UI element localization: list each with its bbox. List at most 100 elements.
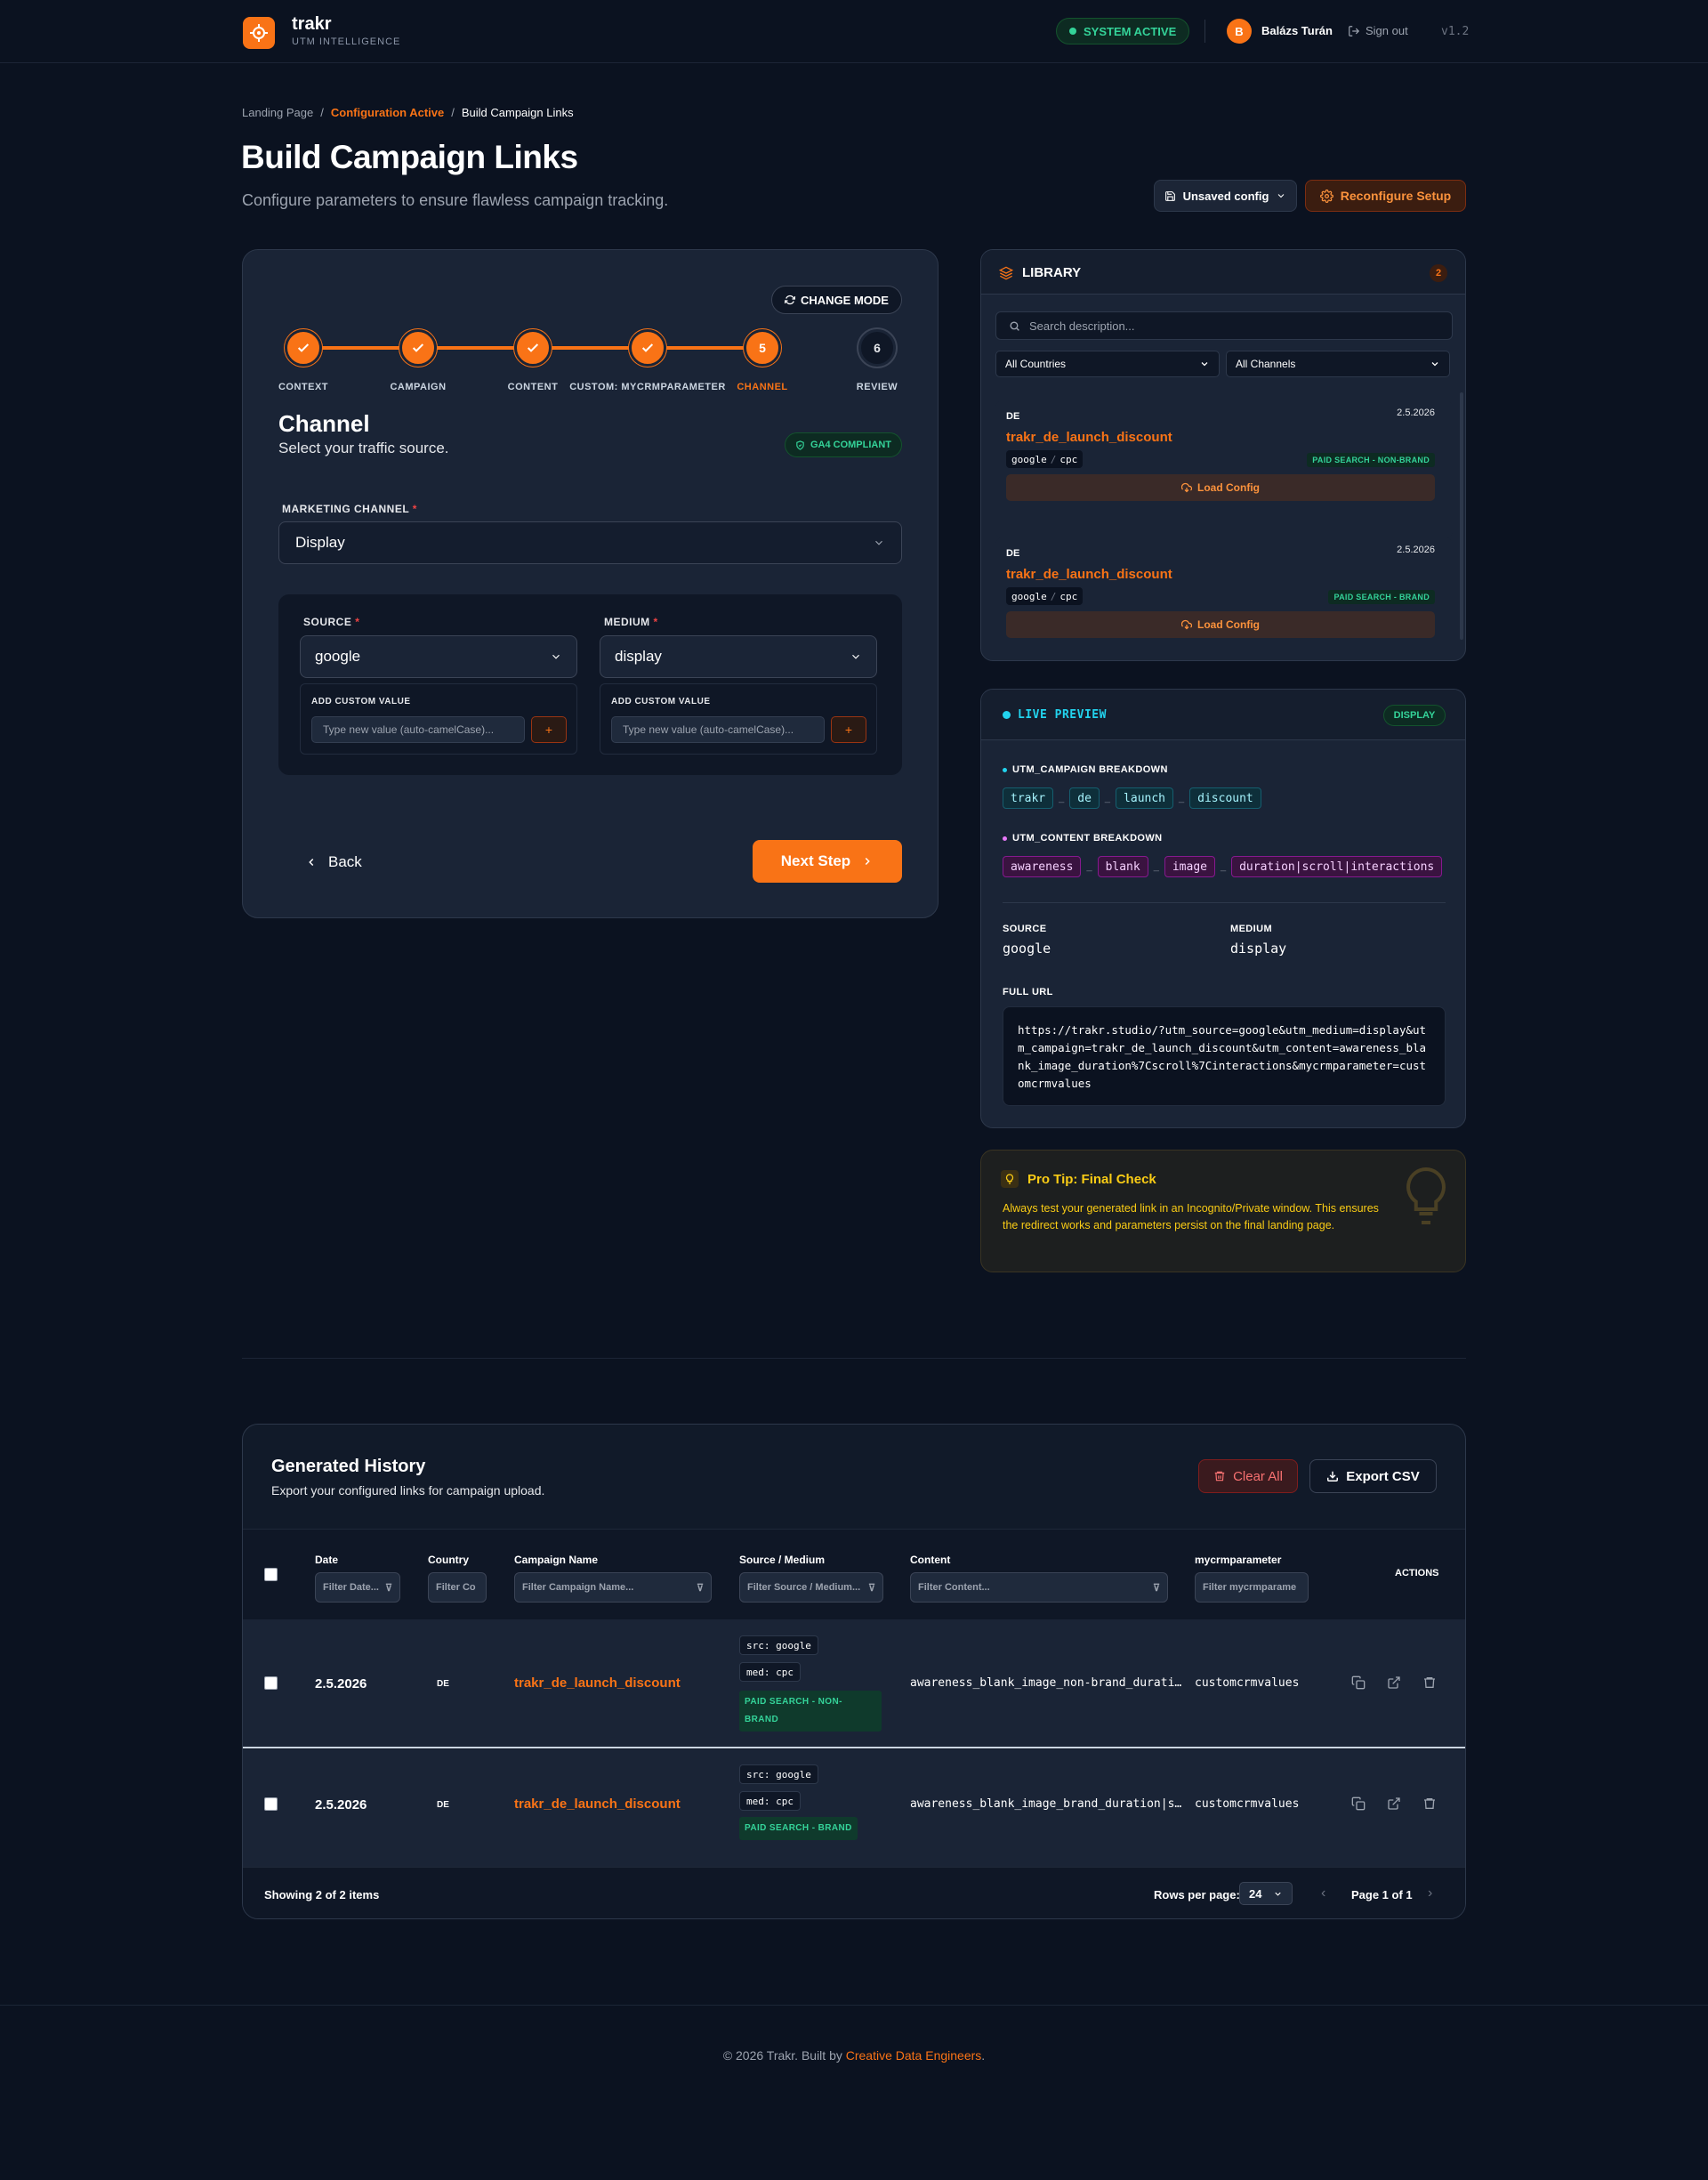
channel-filter-select[interactable]: All Channels <box>1226 351 1450 377</box>
top-bar: trakr UTM INTELLIGENCE SYSTEM ACTIVE B B… <box>0 0 1708 63</box>
breadcrumb: Landing Page / Configuration Active / Bu… <box>242 106 574 119</box>
medium-custom-input[interactable]: Type new value (auto-camelCase)... <box>611 716 825 743</box>
row-source-tag: src: google <box>739 1764 818 1784</box>
step-2-circle[interactable] <box>399 329 437 367</box>
library-item-source-medium: google / cpc <box>1006 450 1084 468</box>
chevron-down-icon <box>875 540 882 545</box>
check-icon <box>527 343 539 352</box>
footer-divider <box>0 2005 1708 2006</box>
open-link-button[interactable] <box>1387 1675 1403 1692</box>
sign-out-icon <box>1349 25 1360 36</box>
library-title: LIBRARY <box>999 265 1081 280</box>
channel-filter-value: All Channels <box>1236 358 1296 370</box>
campaign-chips: trakr _ de _ launch _ discount <box>1003 787 1261 809</box>
load-config-button[interactable]: Load Config <box>1006 611 1435 638</box>
copy-button[interactable] <box>1351 1675 1367 1692</box>
library-search-input[interactable]: Search description... <box>995 311 1453 340</box>
campaign-part-chip: launch <box>1116 787 1174 809</box>
open-link-button[interactable] <box>1387 1796 1403 1813</box>
chip-separator: _ <box>1153 861 1159 872</box>
library-item-name[interactable]: trakr_de_launch_discount <box>1006 430 1172 445</box>
chip-separator: _ <box>1104 793 1111 803</box>
table-row: 2.5.2026 DE trakr_de_launch_discount src: g… <box>243 1619 1465 1748</box>
step-1-circle[interactable] <box>285 329 322 367</box>
filter-icon: ⊽ <box>384 1582 392 1594</box>
source-custom-input[interactable]: Type new value (auto-camelCase)... <box>311 716 525 743</box>
column-mycrmparameter[interactable]: mycrmparameter <box>1195 1554 1281 1566</box>
avatar[interactable]: B <box>1227 19 1252 44</box>
medium-label-text: MEDIUM <box>604 616 650 628</box>
plus-icon: + <box>544 723 553 737</box>
medium-select[interactable]: display <box>600 635 877 678</box>
row-checkbox[interactable] <box>264 1797 278 1811</box>
live-dot-icon <box>1003 711 1011 719</box>
filter-mycrmparameter-input[interactable]: Filter mycrmparame <box>1195 1572 1309 1603</box>
previous-page-button[interactable]: ‹ <box>1321 1885 1325 1901</box>
filter-country-input[interactable]: Filter Co <box>428 1572 487 1603</box>
source-select[interactable]: google <box>300 635 577 678</box>
medium-value: display <box>615 648 662 665</box>
required-marker: * <box>355 616 360 628</box>
campaign-breakdown-text: UTM_CAMPAIGN BREAKDOWN <box>1012 764 1168 775</box>
breadcrumb-configuration[interactable]: Configuration Active <box>331 106 444 119</box>
next-page-button[interactable]: › <box>1428 1885 1432 1901</box>
column-date[interactable]: Date <box>315 1554 338 1566</box>
row-channel-tag-line1: PAID SEARCH - NON- <box>745 1697 842 1707</box>
step-3-circle[interactable] <box>514 329 552 367</box>
column-campaign-name[interactable]: Campaign Name <box>514 1554 598 1566</box>
filter-campaign-input[interactable]: Filter Campaign Name... ⊽ <box>514 1572 712 1603</box>
footer-link[interactable]: Creative Data Engineers <box>846 2048 982 2063</box>
filter-date-input[interactable]: Filter Date... ⊽ <box>315 1572 400 1603</box>
row-campaign-name[interactable]: trakr_de_launch_discount <box>514 1675 681 1691</box>
sign-out-button[interactable]: Sign out <box>1348 24 1408 37</box>
source-add-button[interactable]: + <box>531 716 567 743</box>
unsaved-config-dropdown[interactable]: Unsaved config <box>1154 180 1297 212</box>
campaign-breakdown-label: UTM_CAMPAIGN BREAKDOWN <box>1003 764 1168 775</box>
back-button[interactable]: Back <box>305 853 362 871</box>
marketing-channel-select[interactable]: Display <box>278 521 902 564</box>
step-5-circle[interactable]: 5 <box>744 329 781 367</box>
filter-source-medium-input[interactable]: Filter Source / Medium... ⊽ <box>739 1572 883 1603</box>
step-4-circle[interactable] <box>629 329 666 367</box>
table-row: 2.5.2026 DE trakr_de_launch_discount src: g… <box>243 1749 1465 1867</box>
export-csv-label: Export CSV <box>1346 1468 1420 1484</box>
delete-row-button[interactable] <box>1422 1675 1438 1692</box>
select-all-checkbox[interactable] <box>264 1568 278 1581</box>
breadcrumb-landing-page[interactable]: Landing Page <box>242 106 313 119</box>
trakr-logo-icon[interactable] <box>243 17 275 49</box>
library-header: LIBRARY 2 <box>981 250 1465 295</box>
next-step-button[interactable]: Next Step <box>753 840 902 883</box>
preview-source-label: SOURCE <box>1003 924 1047 934</box>
full-url-box[interactable]: https://trakr.studio/?utm_source=google&… <box>1003 1006 1446 1106</box>
row-checkbox[interactable] <box>264 1676 278 1690</box>
page-title: Build Campaign Links <box>241 139 578 175</box>
source-custom-label: ADD CUSTOM VALUE <box>311 697 411 706</box>
rows-per-page-select[interactable]: 24 <box>1239 1882 1293 1905</box>
step-6-circle[interactable]: 6 <box>858 329 896 367</box>
load-config-button[interactable]: Load Config <box>1006 474 1435 501</box>
column-content[interactable]: Content <box>910 1554 950 1566</box>
library-item[interactable]: DE 2.5.2026 trakr_de_launch_discount google… <box>995 400 1453 538</box>
library-scrollbar[interactable] <box>1460 392 1463 640</box>
preview-title: LIVE PREVIEW <box>1003 708 1107 722</box>
copy-button[interactable] <box>1351 1796 1367 1813</box>
preview-header: LIVE PREVIEW DISPLAY <box>981 690 1465 740</box>
medium-add-button[interactable]: + <box>831 716 866 743</box>
change-mode-button[interactable]: CHANGE MODE <box>771 286 902 314</box>
export-csv-button[interactable]: Export CSV <box>1309 1459 1437 1493</box>
clear-all-button[interactable]: Clear All <box>1198 1459 1298 1493</box>
column-source-medium[interactable]: Source / Medium <box>739 1554 825 1566</box>
delete-row-button[interactable] <box>1422 1796 1438 1813</box>
content-breakdown-text: UTM_CONTENT BREAKDOWN <box>1012 833 1163 844</box>
library-item[interactable]: DE 2.5.2026 trakr_de_launch_discount google… <box>995 537 1453 660</box>
column-country[interactable]: Country <box>428 1554 469 1566</box>
filter-content-input[interactable]: Filter Content... ⊽ <box>910 1572 1168 1603</box>
library-item-date: 2.5.2026 <box>1397 408 1435 418</box>
load-config-label: Load Config <box>1197 618 1260 631</box>
country-filter-select[interactable]: All Countries <box>995 351 1220 377</box>
row-campaign-name[interactable]: trakr_de_launch_discount <box>514 1796 681 1812</box>
marketing-channel-label-text: MARKETING CHANNEL <box>282 503 409 515</box>
library-item-name[interactable]: trakr_de_launch_discount <box>1006 567 1172 582</box>
library-count-badge: 2 <box>1430 264 1447 282</box>
reconfigure-setup-button[interactable]: Reconfigure Setup <box>1305 180 1466 212</box>
